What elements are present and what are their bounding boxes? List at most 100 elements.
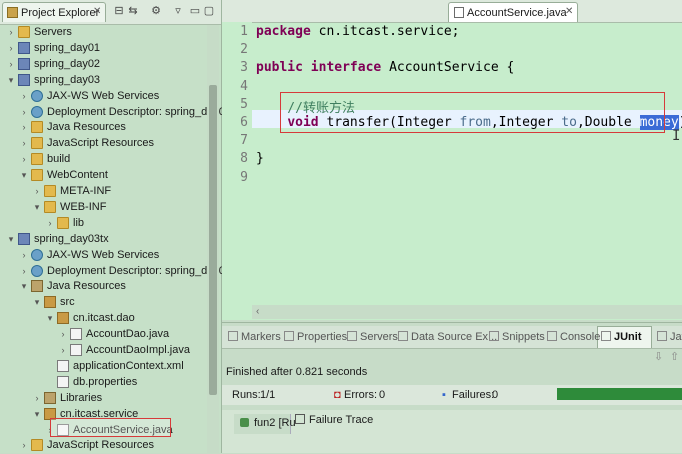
tab-properties[interactable]: Properties	[284, 331, 347, 343]
tree-item[interactable]: › Servers	[0, 24, 210, 40]
expanded-arrow-icon[interactable]: ▾	[45, 310, 55, 326]
tree-item[interactable]: › JavaScript Resources	[0, 135, 210, 151]
minimize-icon[interactable]: ▭	[189, 5, 201, 17]
tree-item[interactable]: applicationContext.xml	[0, 358, 210, 374]
filter-icon[interactable]: ⚙	[150, 5, 162, 17]
tree-item[interactable]: › JAX-WS Web Services	[0, 88, 210, 104]
editor-horizontal-scrollbar[interactable]: ‹	[252, 305, 682, 319]
tree-item-label: Deployment Descriptor: spring_day03	[47, 264, 232, 277]
code-token: cn.itcast.service;	[310, 24, 460, 39]
tab-icon	[601, 331, 611, 341]
editor-area[interactable]	[222, 0, 682, 320]
failure-icon: ▪	[442, 389, 446, 401]
tree-item-label: spring_day03tx	[34, 232, 109, 245]
selection-highlight-box	[50, 418, 171, 437]
expanded-arrow-icon[interactable]: ▾	[6, 72, 16, 88]
collapsed-arrow-icon[interactable]: ›	[32, 390, 42, 406]
tab-junit[interactable]: JUnit	[601, 331, 642, 343]
collapsed-arrow-icon[interactable]: ›	[19, 88, 29, 104]
expanded-arrow-icon[interactable]: ▾	[32, 199, 42, 215]
view-menu-icon[interactable]: ▿	[172, 5, 184, 17]
code-line[interactable]: public interface AccountService {	[256, 60, 514, 75]
tree-item[interactable]: › JavaScript Resources	[0, 437, 210, 453]
tab-icon	[228, 331, 238, 341]
close-icon[interactable]: ✕	[93, 6, 101, 17]
code-line[interactable]: package cn.itcast.service;	[256, 24, 460, 39]
close-icon[interactable]: ✕	[565, 6, 573, 17]
collapse-all-icon[interactable]: ⊟	[113, 5, 125, 17]
tree-item[interactable]: › JAX-WS Web Services	[0, 247, 210, 263]
collapsed-arrow-icon[interactable]: ›	[19, 247, 29, 263]
tree-item[interactable]: › META-INF	[0, 183, 210, 199]
editor-tab-label: AccountService.java	[467, 7, 567, 19]
folder-icon	[18, 26, 30, 38]
scroll-left-icon[interactable]: ‹	[256, 306, 259, 317]
tree-item-label: WEB-INF	[60, 200, 107, 213]
collapsed-arrow-icon[interactable]: ›	[6, 56, 16, 72]
explorer-scrollbar[interactable]	[207, 25, 219, 453]
collapsed-arrow-icon[interactable]: ›	[6, 24, 16, 40]
tree-item[interactable]: › lib	[0, 215, 210, 231]
tab-icon	[398, 331, 408, 341]
collapsed-arrow-icon[interactable]: ›	[19, 119, 29, 135]
tree-item[interactable]: ▾ spring_day03tx	[0, 231, 210, 247]
tree-item[interactable]: › Deployment Descriptor: spring_day03	[0, 263, 231, 279]
link-with-editor-icon[interactable]: ⇆	[127, 5, 139, 17]
tree-item[interactable]: › Java Resources	[0, 119, 210, 135]
tree-item[interactable]: › build	[0, 151, 210, 167]
expanded-arrow-icon[interactable]: ▾	[19, 278, 29, 294]
junit-next-failure-icon[interactable]: ⇧	[670, 350, 679, 363]
error-icon: ◘	[334, 389, 341, 401]
expanded-arrow-icon[interactable]: ▾	[32, 406, 42, 422]
code-token: interface	[310, 60, 382, 76]
javafile-icon	[70, 344, 82, 356]
project-icon	[18, 57, 30, 70]
tree-item-label: Servers	[34, 26, 72, 38]
tab-markers[interactable]: Markers	[228, 331, 281, 343]
tree-item[interactable]: ▾ Java Resources	[0, 278, 210, 294]
tree-item[interactable]: › spring_day01	[0, 40, 210, 56]
tab-data-source-ex[interactable]: Data Source Ex...	[398, 331, 497, 343]
jar-icon	[31, 280, 43, 293]
failures-value: 0	[492, 389, 499, 401]
test-tree-item[interactable]: fun2 [Ru	[234, 414, 296, 434]
tab-icon	[547, 331, 557, 341]
tree-item-label: db.properties	[73, 375, 138, 388]
code-line[interactable]: }	[256, 151, 264, 166]
tree-item[interactable]: › spring_day02	[0, 56, 210, 72]
collapsed-arrow-icon[interactable]: ›	[58, 326, 68, 342]
tree-item[interactable]: db.properties	[0, 374, 210, 390]
tree-item[interactable]: › Libraries	[0, 390, 210, 406]
tree-item[interactable]: ▾ cn.itcast.dao	[0, 310, 210, 326]
collapsed-arrow-icon[interactable]: ›	[32, 183, 42, 199]
tab-console[interactable]: Console	[547, 331, 600, 343]
tree-item[interactable]: ▾ WEB-INF	[0, 199, 210, 215]
collapsed-arrow-icon[interactable]: ›	[19, 263, 29, 279]
scrollbar-thumb[interactable]	[209, 85, 217, 395]
tab-servers[interactable]: Servers	[347, 331, 398, 343]
tree-item[interactable]: › Deployment Descriptor: spring_day03	[0, 104, 231, 120]
collapsed-arrow-icon[interactable]: ›	[19, 104, 29, 120]
collapsed-arrow-icon[interactable]: ›	[19, 151, 29, 167]
tab-snippets[interactable]: Snippets	[489, 331, 545, 343]
tab-jav[interactable]: Jav	[657, 331, 682, 343]
tree-item[interactable]: › AccountDaoImpl.java	[0, 342, 210, 358]
tree-item-label: Java Resources	[47, 121, 126, 134]
tree-item[interactable]: ▾ WebContent	[0, 167, 210, 183]
maximize-icon[interactable]: ▢	[203, 5, 215, 17]
tab-account-service-java[interactable]: AccountService.java ✕	[448, 2, 578, 22]
expanded-arrow-icon[interactable]: ▾	[32, 294, 42, 310]
collapsed-arrow-icon[interactable]: ›	[19, 437, 29, 453]
tree-item[interactable]: › AccountDao.java	[0, 326, 210, 342]
collapsed-arrow-icon[interactable]: ›	[45, 215, 55, 231]
tree-item[interactable]: ▾ src	[0, 294, 210, 310]
collapsed-arrow-icon[interactable]: ›	[6, 40, 16, 56]
tab-project-explorer[interactable]: Project Explorer ✕	[2, 2, 106, 22]
junit-prev-failure-icon[interactable]: ⇩	[654, 350, 663, 363]
tree-item[interactable]: ▾ spring_day03	[0, 72, 210, 88]
collapsed-arrow-icon[interactable]: ›	[19, 135, 29, 151]
expanded-arrow-icon[interactable]: ▾	[6, 231, 16, 247]
collapsed-arrow-icon[interactable]: ›	[58, 342, 68, 358]
folder-icon	[44, 185, 56, 197]
expanded-arrow-icon[interactable]: ▾	[19, 167, 29, 183]
